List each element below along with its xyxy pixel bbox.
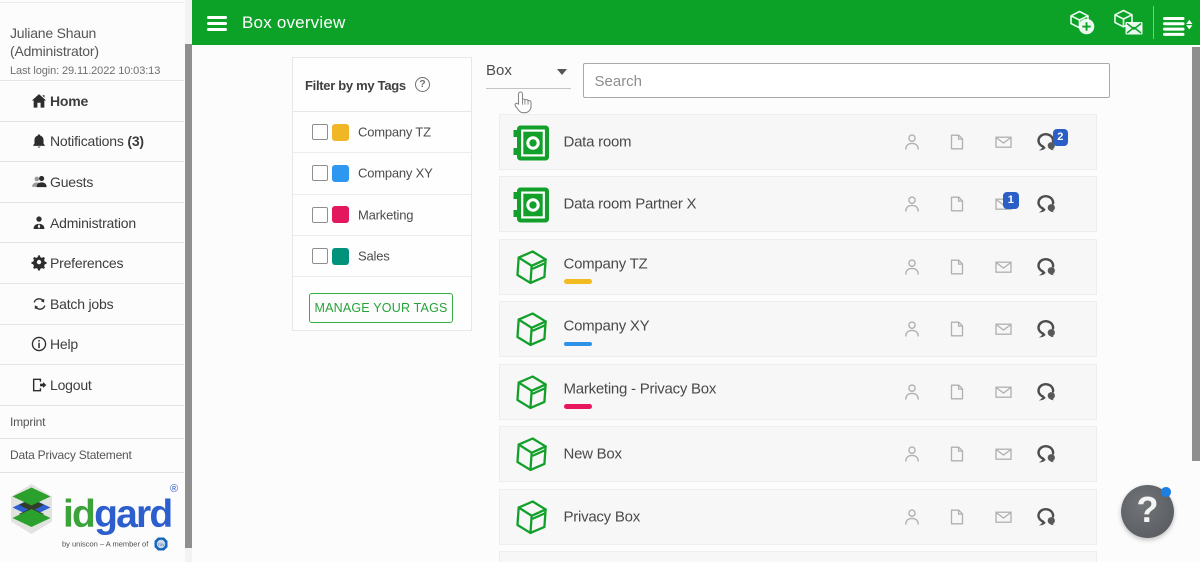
svg-text:TÜV: TÜV [158, 543, 166, 547]
svg-text:®: ® [170, 483, 178, 495]
svg-text:idgard: idgard [63, 493, 171, 536]
svg-text:by uniscon – A member of: by uniscon – A member of [62, 539, 149, 548]
